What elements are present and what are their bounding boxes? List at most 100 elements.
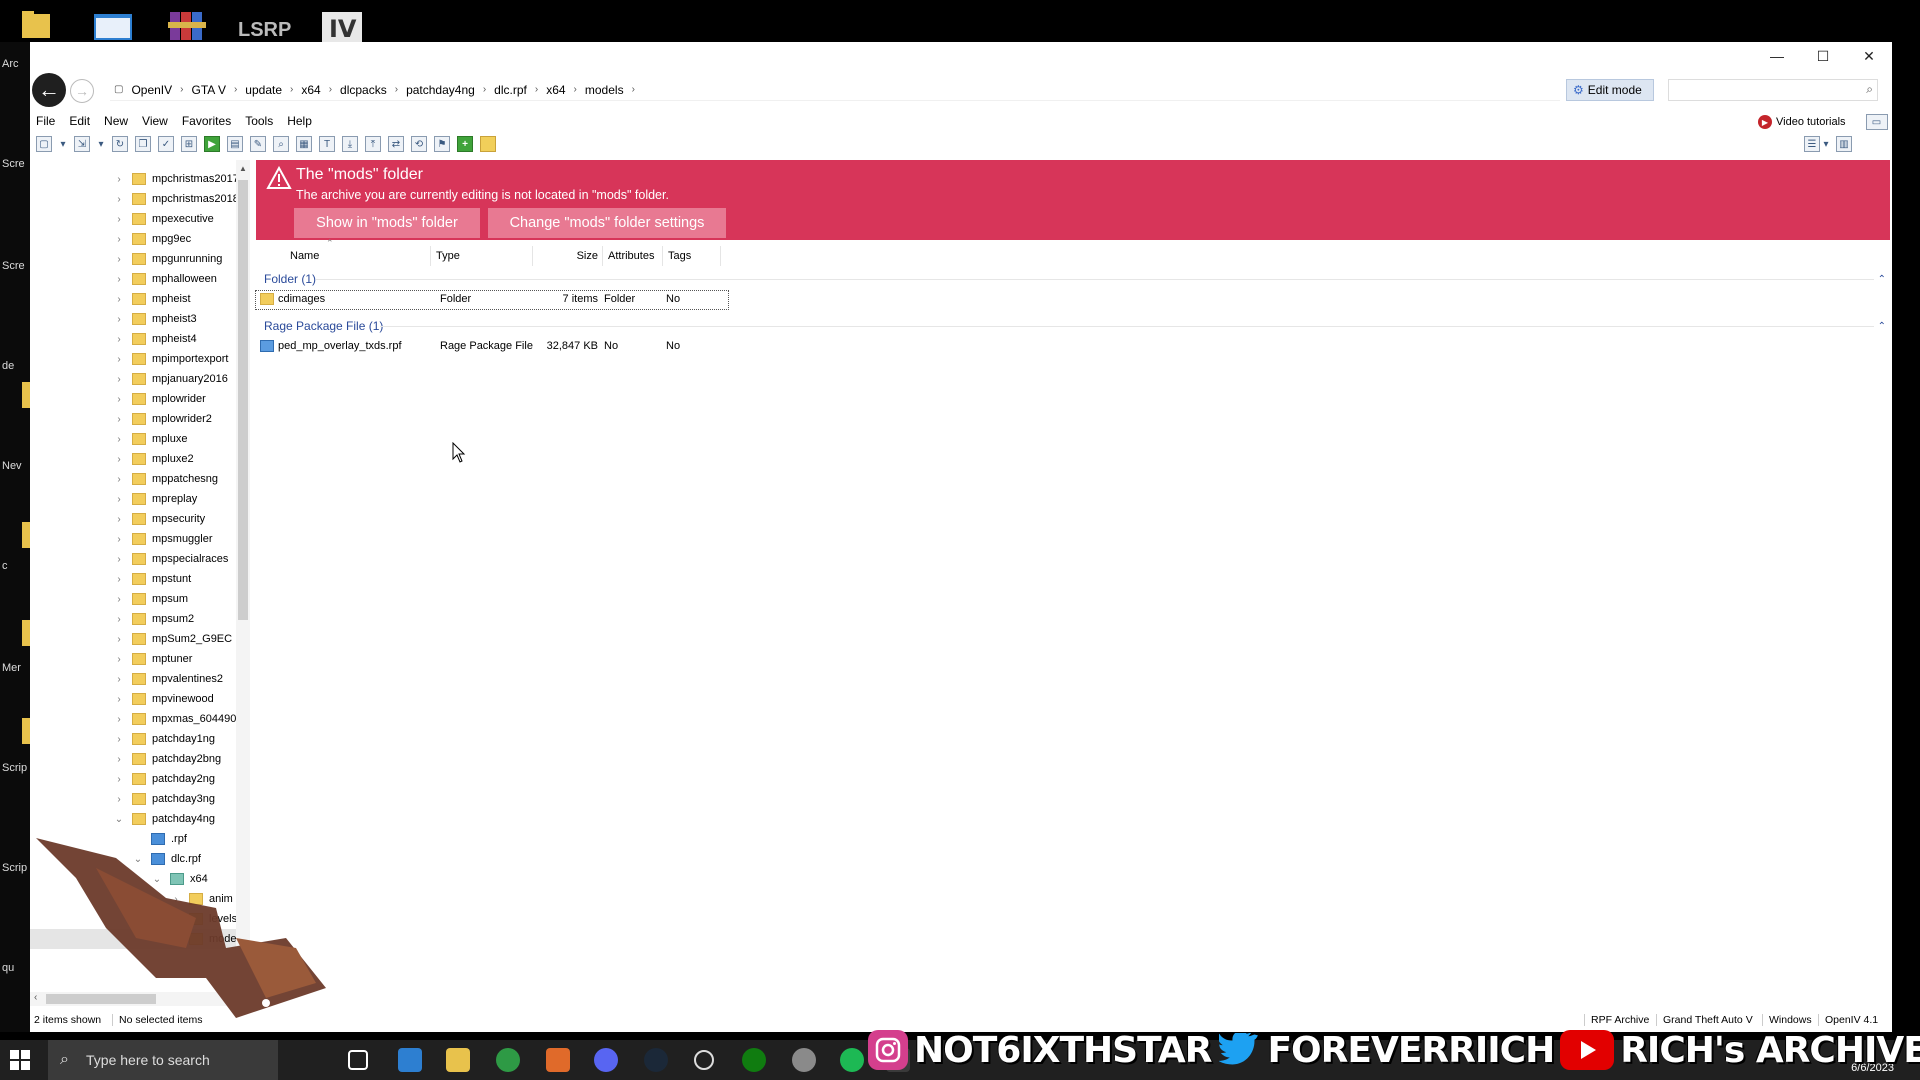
menu-tools[interactable]: Tools: [245, 114, 273, 132]
table-row[interactable]: cdimages Folder 7 items Folder No: [255, 290, 729, 310]
column-divider[interactable]: [532, 246, 533, 266]
find-icon[interactable]: ⌕: [273, 136, 289, 152]
chevron-right-icon[interactable]: ›: [230, 84, 241, 95]
column-divider[interactable]: [430, 246, 431, 266]
preview-pane-icon[interactable]: ▥: [1836, 136, 1852, 152]
tree-item[interactable]: › mpheist3: [30, 309, 240, 329]
copy-icon[interactable]: ❐: [135, 136, 151, 152]
back-button[interactable]: ←: [32, 73, 66, 107]
task-view-icon[interactable]: [348, 1050, 368, 1070]
save-icon[interactable]: ▤: [227, 136, 243, 152]
import-icon[interactable]: ⤓: [342, 136, 358, 152]
desktop-file-icon[interactable]: [22, 620, 30, 646]
chevron-right-icon[interactable]: ›: [176, 84, 187, 95]
column-divider[interactable]: [720, 246, 721, 266]
chrome-icon[interactable]: [496, 1048, 520, 1072]
tree-item[interactable]: › mptuner: [30, 649, 240, 669]
desktop-label[interactable]: Nev: [2, 460, 22, 472]
tree-item[interactable]: › mpxmas_604490: [30, 709, 240, 729]
column-header-size[interactable]: Size: [538, 246, 598, 266]
tree-item[interactable]: › mpheist4: [30, 329, 240, 349]
chevron-right-icon[interactable]: ›: [479, 84, 490, 95]
column-header-tags[interactable]: Tags: [668, 246, 728, 266]
new-folder-icon[interactable]: [480, 136, 496, 152]
breadcrumb-item[interactable]: patchday4ng: [402, 83, 479, 97]
chevron-icon[interactable]: ⌄: [112, 814, 126, 825]
chevron-right-icon[interactable]: ›: [112, 614, 126, 625]
close-button[interactable]: ✕: [1846, 42, 1892, 70]
steam-icon[interactable]: [644, 1048, 668, 1072]
chevron-right-icon[interactable]: ›: [112, 534, 126, 545]
column-divider[interactable]: [662, 246, 663, 266]
forward-button[interactable]: →: [70, 79, 94, 103]
edit-mode-button[interactable]: ⚙ Edit mode: [1566, 79, 1654, 101]
chevron-right-icon[interactable]: ›: [112, 774, 126, 785]
chevron-right-icon[interactable]: ›: [112, 514, 126, 525]
tree-item[interactable]: › mpjanuary2016: [30, 369, 240, 389]
desktop-label[interactable]: Scre: [2, 158, 25, 170]
tree-item[interactable]: › mpchristmas2018: [30, 189, 240, 209]
windows-start-icon[interactable]: [10, 1050, 30, 1070]
tree-item[interactable]: › mpheist: [30, 289, 240, 309]
tree-item[interactable]: › mpgunrunning: [30, 249, 240, 269]
flag-icon[interactable]: ⚑: [434, 136, 450, 152]
export-icon[interactable]: ⤒: [365, 136, 381, 152]
tree-item[interactable]: › mpstunt: [30, 569, 240, 589]
tree-item[interactable]: › patchday2bng: [30, 749, 240, 769]
chevron-right-icon[interactable]: ›: [112, 554, 126, 565]
menu-edit[interactable]: Edit: [69, 114, 90, 132]
column-header-type[interactable]: Type: [436, 246, 516, 266]
add-icon[interactable]: +: [457, 136, 473, 152]
chevron-right-icon[interactable]: ›: [112, 734, 126, 745]
edit-icon[interactable]: ✎: [250, 136, 266, 152]
chevron-right-icon[interactable]: ›: [628, 84, 639, 95]
chevron-right-icon[interactable]: ›: [112, 454, 126, 465]
chevron-right-icon[interactable]: ›: [112, 214, 126, 225]
chevron-right-icon[interactable]: ›: [112, 574, 126, 585]
chevron-right-icon[interactable]: ›: [286, 84, 297, 95]
chevron-right-icon[interactable]: ›: [531, 84, 542, 95]
tree-item[interactable]: › mpluxe2: [30, 449, 240, 469]
desktop-label[interactable]: Mer: [2, 662, 21, 674]
desktop-label[interactable]: Scrip: [2, 862, 27, 874]
tree-item[interactable]: › mpspecialraces: [30, 549, 240, 569]
column-divider[interactable]: [602, 246, 603, 266]
tree-item[interactable]: › mpexecutive: [30, 209, 240, 229]
change-mods-folder-settings-button[interactable]: Change "mods" folder settings: [488, 208, 726, 238]
chevron-up-icon[interactable]: ⌃: [1878, 274, 1886, 285]
spotify-icon[interactable]: [840, 1048, 864, 1072]
desktop-label[interactable]: qu: [2, 962, 14, 974]
tree-item[interactable]: › mpimportexport: [30, 349, 240, 369]
open-icon[interactable]: ⇲: [74, 136, 90, 152]
desktop-file-icon[interactable]: [22, 382, 30, 408]
app-icon[interactable]: [792, 1048, 816, 1072]
breadcrumb-item[interactable]: OpenIV: [127, 83, 176, 97]
breadcrumb-item[interactable]: x64: [297, 83, 324, 97]
store-icon[interactable]: [398, 1048, 422, 1072]
title-bar[interactable]: — ☐ ✕: [30, 42, 1892, 70]
chevron-right-icon[interactable]: ›: [112, 674, 126, 685]
new-file-icon[interactable]: ▢: [36, 136, 52, 152]
menu-view[interactable]: View: [142, 114, 168, 132]
chevron-right-icon[interactable]: ›: [112, 474, 126, 485]
tree-item[interactable]: › mpvinewood: [30, 689, 240, 709]
tree-item[interactable]: › patchday1ng: [30, 729, 240, 749]
tree-item[interactable]: › mpsum2: [30, 609, 240, 629]
text-icon[interactable]: T: [319, 136, 335, 152]
desktop-label[interactable]: c: [2, 560, 8, 572]
search-input[interactable]: ⌕: [1668, 79, 1878, 101]
dropdown-arrow-icon[interactable]: ▾: [1822, 136, 1830, 152]
chevron-right-icon[interactable]: ›: [391, 84, 402, 95]
tree-icon[interactable]: ⊞: [181, 136, 197, 152]
chevron-right-icon[interactable]: ›: [112, 634, 126, 645]
minimize-button[interactable]: —: [1754, 42, 1800, 70]
check-icon[interactable]: ✓: [158, 136, 174, 152]
chevron-right-icon[interactable]: ›: [112, 354, 126, 365]
desktop-file-icon[interactable]: [22, 718, 30, 744]
clock-app-icon[interactable]: [694, 1050, 714, 1070]
chevron-right-icon[interactable]: ›: [112, 654, 126, 665]
show-in-mods-folder-button[interactable]: Show in "mods" folder: [294, 208, 480, 238]
dropdown-arrow-icon[interactable]: ▾: [59, 136, 67, 152]
desktop-file-icon[interactable]: [22, 522, 30, 548]
chevron-right-icon[interactable]: ›: [112, 254, 126, 265]
